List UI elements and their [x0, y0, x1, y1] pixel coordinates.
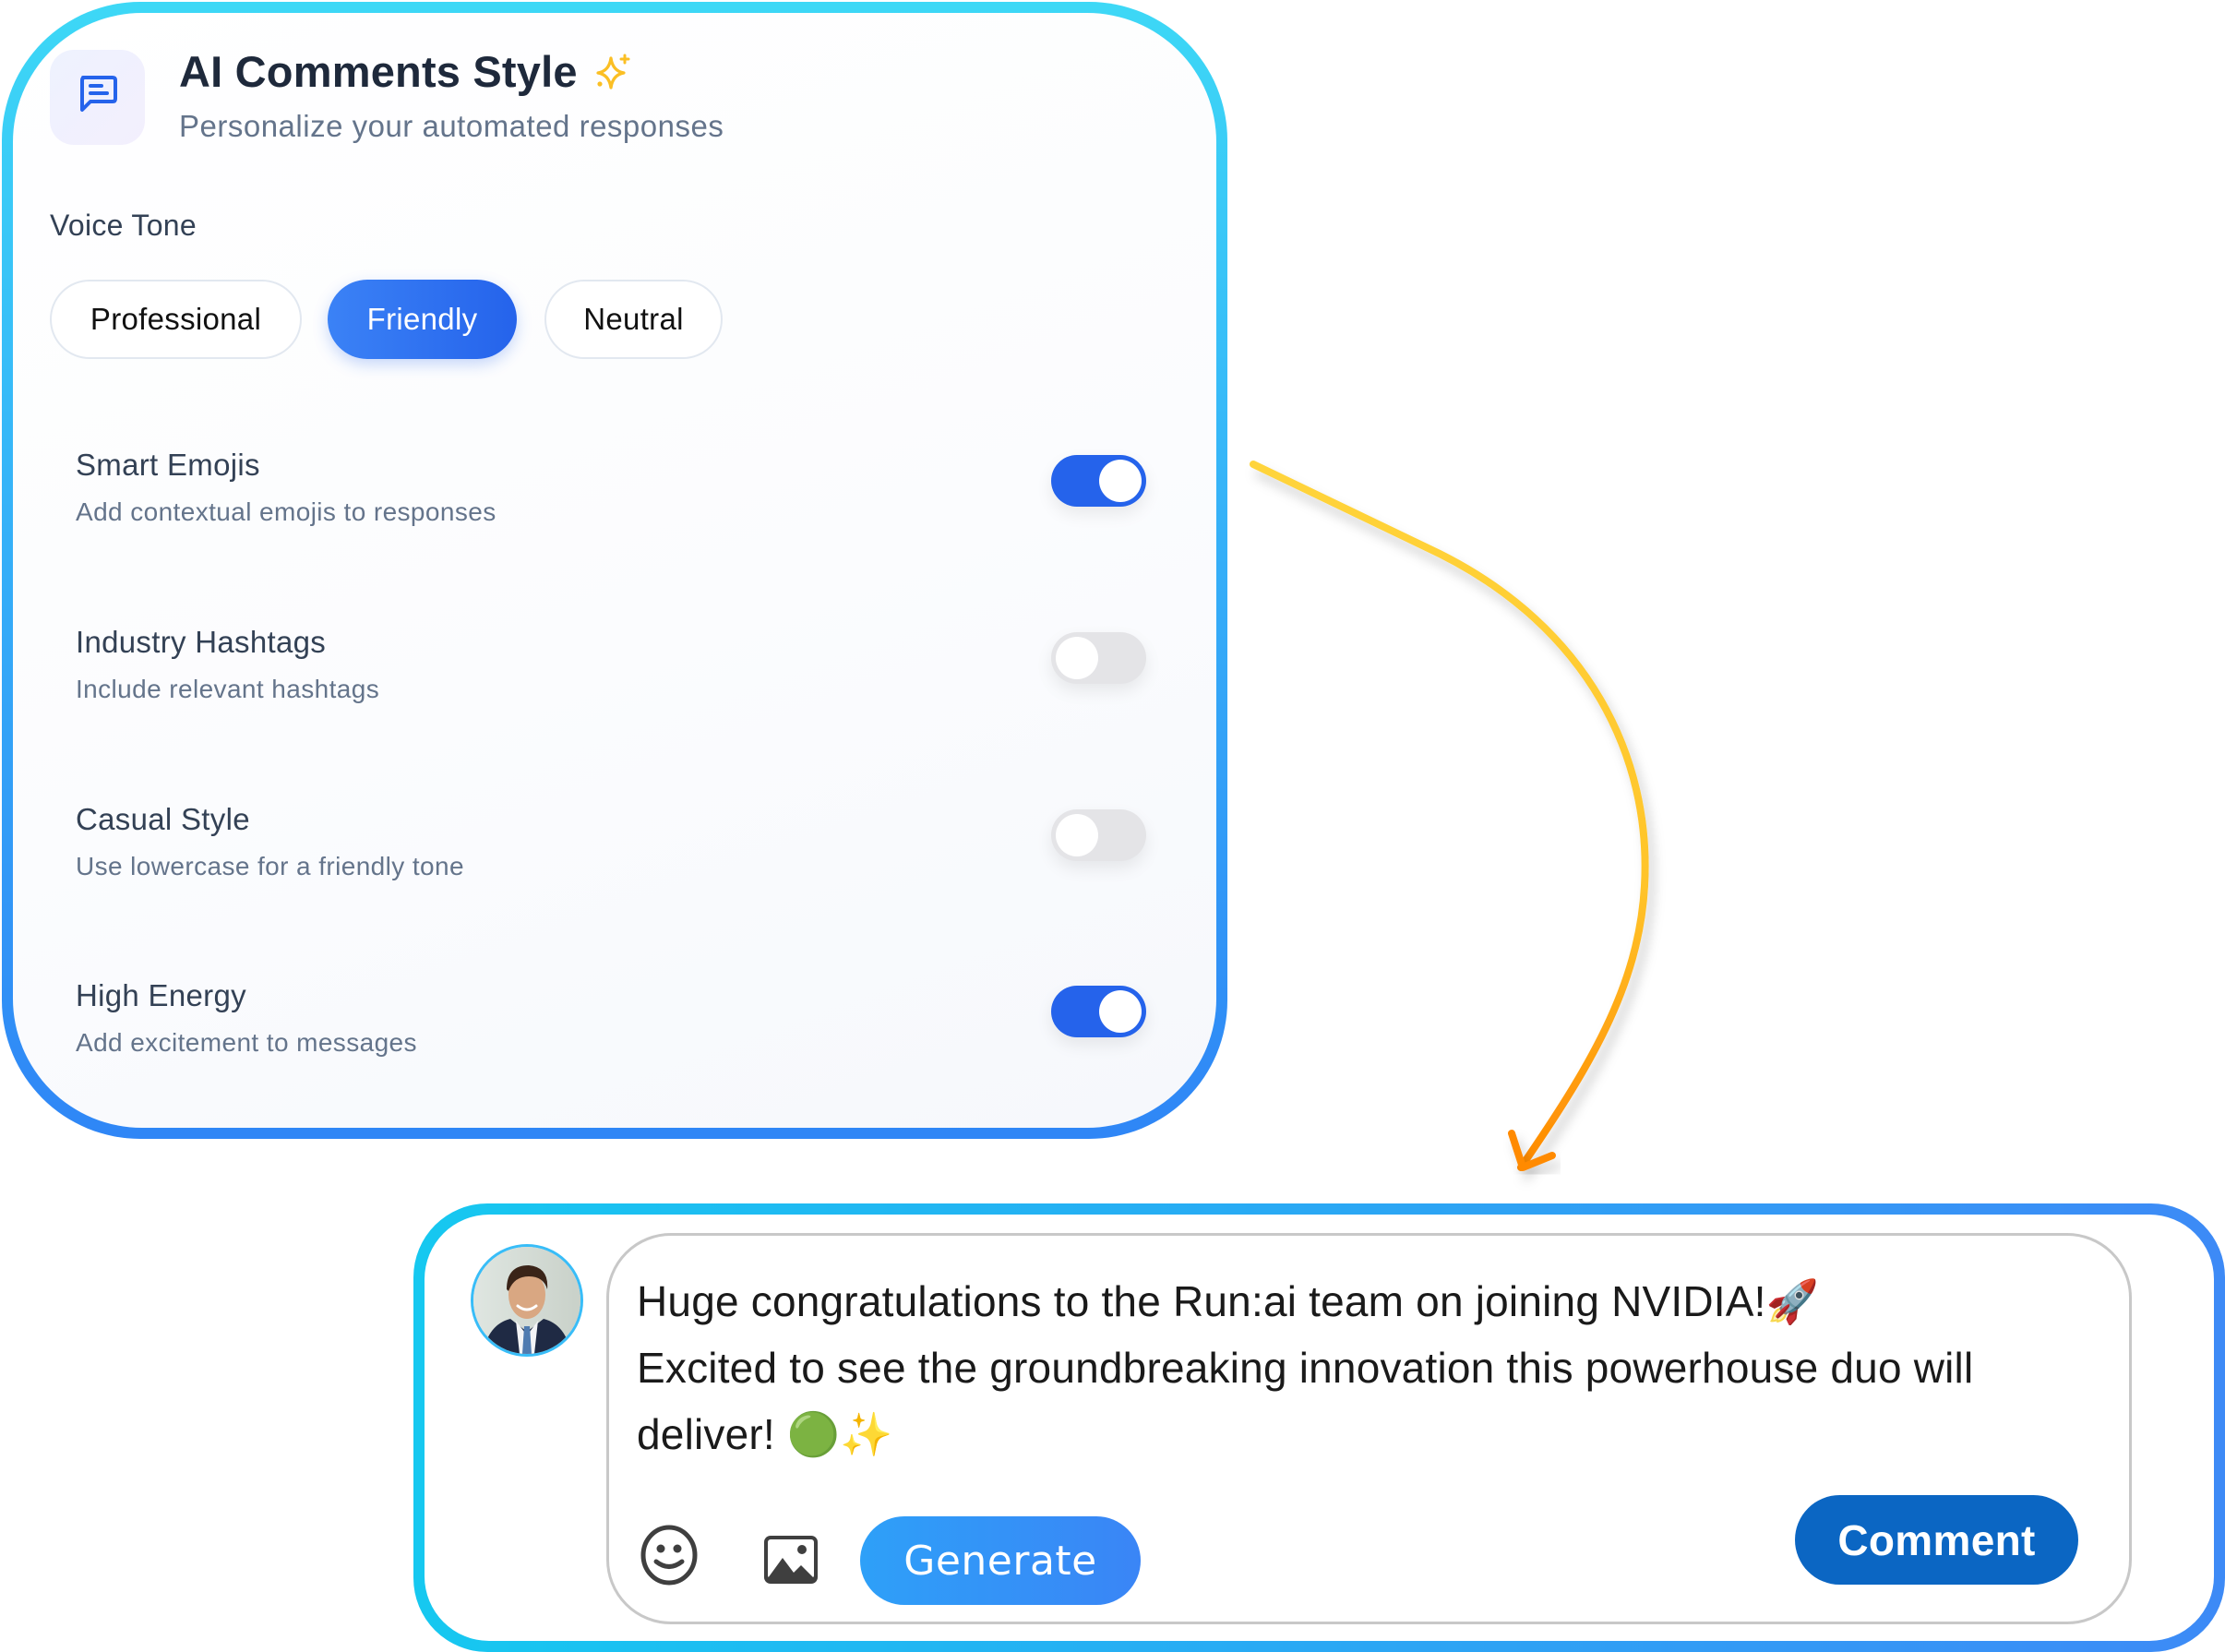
comment-text[interactable]: Huge congratulations to the Run:ai team … [637, 1268, 2095, 1467]
voice-tone-label: Voice Tone [50, 209, 197, 242]
comment-button[interactable]: Comment [1795, 1495, 2078, 1585]
header-icon-box [50, 50, 145, 145]
generate-button[interactable]: Generate [860, 1516, 1141, 1605]
toggle-knob [1056, 637, 1098, 679]
arrow-head-icon [1508, 1130, 1556, 1171]
tone-option-neutral[interactable]: Neutral [544, 280, 723, 359]
setting-row-casual-style: Casual Style Use lowercase for a friendl… [76, 802, 1146, 881]
toggle-knob [1099, 460, 1142, 502]
panel-subtitle: Personalize your automated responses [179, 109, 724, 143]
smiley-icon[interactable] [637, 1523, 701, 1587]
setting-description: Add excitement to messages [76, 1028, 417, 1057]
user-avatar [471, 1244, 583, 1357]
sparkles-icon [594, 53, 633, 91]
setting-description: Include relevant hashtags [76, 675, 380, 703]
casual-style-toggle[interactable] [1051, 809, 1146, 861]
setting-label: High Energy [76, 978, 246, 1012]
setting-description: Use lowercase for a friendly tone [76, 852, 464, 880]
setting-label: Casual Style [76, 802, 250, 836]
setting-label: Industry Hashtags [76, 625, 327, 659]
arrow-curve [1250, 461, 1649, 1171]
setting-row-industry-hashtags: Industry Hashtags Include relevant hasht… [76, 625, 1146, 704]
comment-text-content: Huge congratulations to the Run:ai team … [637, 1277, 1974, 1458]
panel-title: AI Comments Style [179, 47, 578, 96]
setting-description: Add contextual emojis to responses [76, 497, 496, 526]
industry-hashtags-toggle[interactable] [1051, 632, 1146, 684]
tone-option-professional[interactable]: Professional [50, 280, 302, 359]
panel-title-row: AI Comments Style [179, 46, 633, 97]
smart-emojis-toggle[interactable] [1051, 455, 1146, 507]
tone-option-friendly[interactable]: Friendly [328, 280, 517, 359]
image-icon[interactable] [759, 1532, 823, 1587]
settings-panel [13, 13, 1216, 1128]
chat-bubble-icon [78, 74, 118, 121]
high-energy-toggle[interactable] [1051, 986, 1146, 1037]
setting-row-smart-emojis: Smart Emojis Add contextual emojis to re… [76, 448, 1146, 527]
toggle-knob [1099, 990, 1142, 1033]
toggle-knob [1056, 814, 1098, 856]
setting-row-high-energy: High Energy Add excitement to messages [76, 978, 1146, 1058]
setting-label: Smart Emojis [76, 448, 260, 482]
